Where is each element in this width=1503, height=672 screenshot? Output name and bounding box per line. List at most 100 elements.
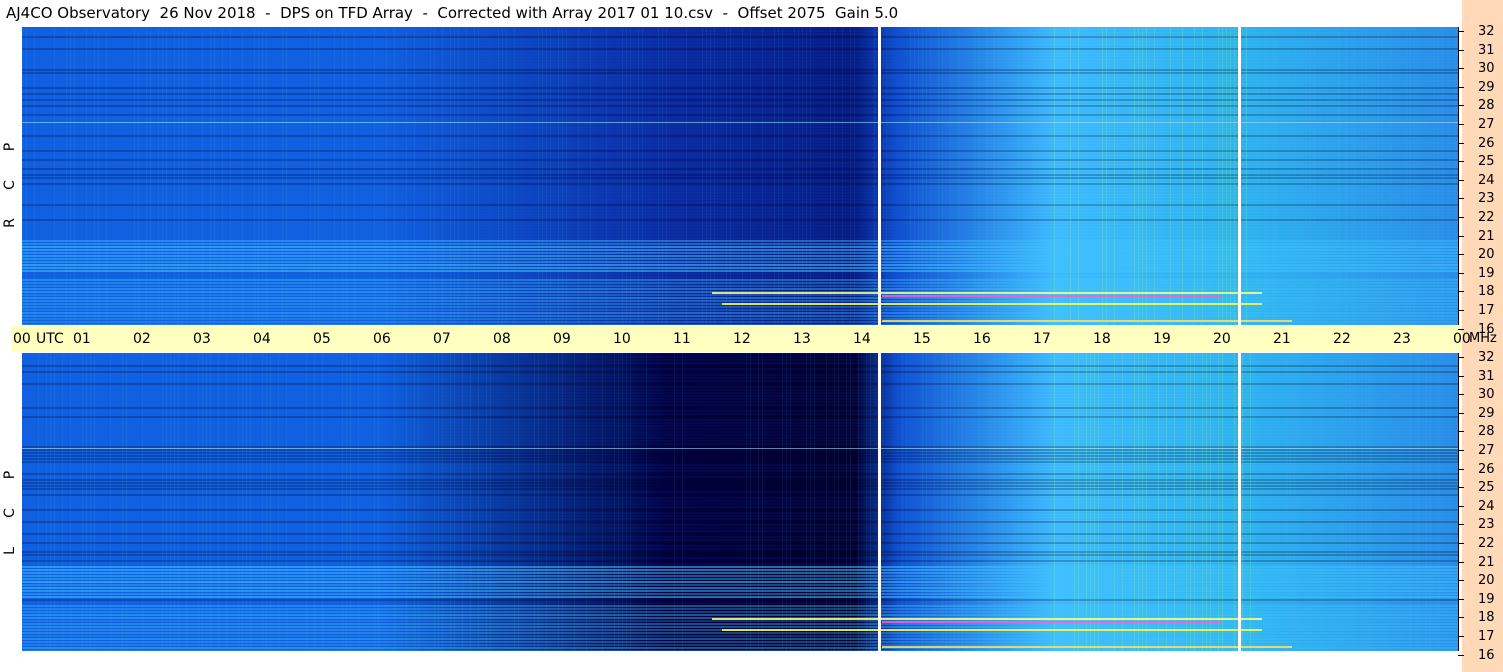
frequency-band: [22, 279, 1458, 281]
time-streak: [278, 353, 279, 651]
time-streak: [550, 27, 551, 325]
frequency-band: [22, 60, 1458, 62]
time-streak: [1206, 353, 1207, 651]
frequency-tick: [1458, 86, 1464, 88]
frequency-band: [22, 240, 1458, 242]
time-streak: [806, 353, 807, 651]
frequency-tick-label: 29: [1478, 79, 1495, 95]
time-streak: [1050, 353, 1051, 651]
frequency-axis-line: [1458, 27, 1459, 325]
time-streak: [886, 27, 887, 325]
time-tick-label: 05: [313, 331, 331, 347]
frequency-tick: [1458, 580, 1464, 582]
time-streak: [1222, 27, 1223, 325]
time-streak: [518, 353, 519, 651]
frequency-tick: [1458, 505, 1464, 507]
time-streak: [1234, 27, 1235, 325]
frequency-tick: [1458, 217, 1464, 218]
time-streak: [350, 353, 351, 651]
time-streak: [1418, 353, 1419, 651]
frequency-band: [22, 75, 1458, 77]
time-streak: [322, 353, 323, 651]
frequency-band: [22, 27, 1458, 29]
frequency-band: [22, 180, 1458, 182]
time-streak: [146, 27, 147, 325]
frequency-band: [22, 165, 1458, 167]
time-tick-label: 19: [1153, 331, 1171, 347]
time-streak: [846, 353, 847, 651]
frequency-band: [22, 108, 1458, 110]
time-tick-label: 04: [253, 331, 271, 347]
time-streak: [406, 353, 407, 651]
frequency-band: [22, 138, 1458, 140]
time-streak: [486, 353, 487, 651]
emission-line: [22, 122, 1458, 123]
time-streak: [1174, 353, 1175, 651]
time-streak: [1290, 353, 1291, 651]
frequency-band: [22, 162, 1458, 164]
spectrogram-rcp: [22, 27, 1458, 325]
frequency-tick: [1458, 272, 1464, 274]
time-streak: [82, 353, 83, 651]
frequency-tick: [1458, 468, 1464, 470]
time-streak: [930, 27, 931, 325]
time-streak: [998, 27, 999, 325]
time-streak: [262, 27, 263, 325]
frequency-band: [22, 69, 1458, 71]
time-streak: [914, 27, 915, 325]
time-streak: [830, 27, 831, 325]
frequency-band: [22, 111, 1458, 113]
frequency-tick-label: 27: [1478, 117, 1495, 132]
frequency-tick: [1458, 328, 1464, 330]
time-streak: [954, 353, 955, 651]
time-streak: [1138, 27, 1139, 325]
frequency-tick-label: 16: [1478, 647, 1495, 663]
time-streak: [1086, 353, 1087, 651]
time-streak: [842, 27, 843, 325]
time-streak: [1166, 353, 1167, 651]
time-streak: [46, 353, 47, 651]
time-streak: [1246, 27, 1247, 325]
frequency-band: [22, 120, 1458, 122]
frequency-band: [22, 297, 1458, 299]
time-streak: [1438, 27, 1439, 325]
frequency-band: [22, 243, 1458, 245]
time-streak: [378, 353, 379, 651]
polarization-letter: P: [2, 142, 18, 152]
frequency-tick: [1458, 105, 1464, 107]
frequency-tick: [1458, 617, 1464, 619]
time-streak: [86, 353, 87, 651]
time-streak: [178, 27, 179, 325]
frequency-band: [22, 45, 1458, 47]
frequency-tick-label: 24: [1478, 172, 1495, 188]
time-streak: [938, 27, 939, 325]
time-streak: [1154, 27, 1155, 325]
frequency-band: [22, 237, 1458, 239]
time-streak: [202, 27, 203, 325]
frequency-band: [22, 198, 1458, 200]
time-streak: [1254, 27, 1255, 325]
time-streak: [466, 27, 467, 325]
frequency-tick-label: 28: [1478, 424, 1495, 440]
frequency-band: [22, 87, 1458, 89]
time-streak: [98, 27, 99, 325]
time-streak: [374, 353, 375, 651]
time-streak: [1182, 27, 1183, 325]
time-streak: [286, 353, 287, 651]
time-streak: [958, 27, 959, 325]
time-streak: [850, 27, 851, 325]
time-streak: [266, 353, 267, 651]
frequency-band: [22, 159, 1458, 161]
frequency-band: [22, 258, 1458, 260]
time-streak: [438, 353, 439, 651]
time-streak: [418, 353, 419, 651]
frequency-tick-label: 23: [1478, 191, 1495, 207]
time-streak: [346, 353, 347, 651]
time-streak: [318, 27, 319, 325]
frequency-band: [22, 267, 1458, 269]
time-streak: [1186, 353, 1187, 651]
time-streak: [946, 353, 947, 651]
spectrogram-image: [22, 353, 1458, 651]
time-streak: [1134, 27, 1135, 325]
time-streak: [270, 353, 271, 651]
